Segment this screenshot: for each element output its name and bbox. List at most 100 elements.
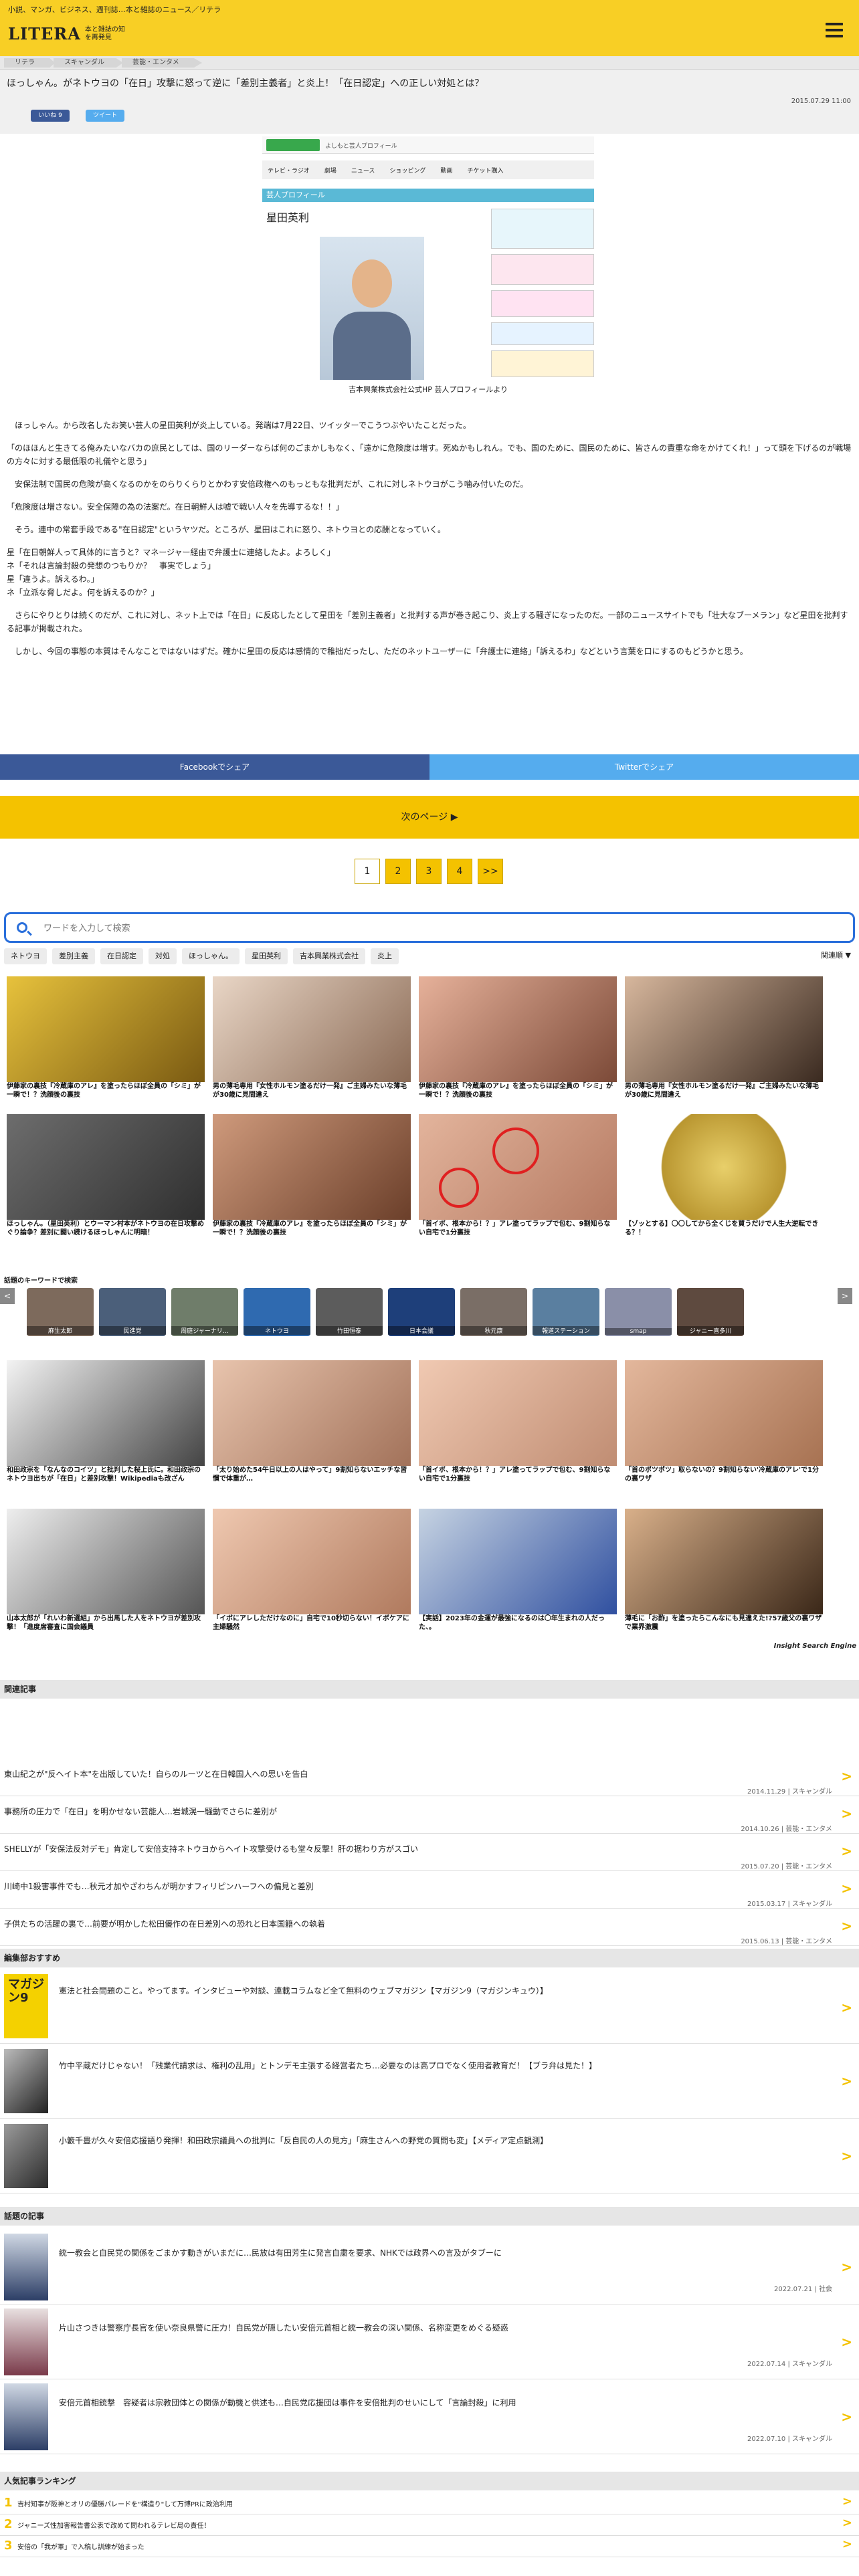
side-ad-banner[interactable] [491,209,594,249]
ad-tile[interactable]: 伊藤家の裏技『冷蔵庫のアレ』を塗ったらほぼ全員の「シミ」が一瞬で！？洗顔後の裏技 [213,1114,411,1240]
ad-tile[interactable]: 和田政宗を「なんなのコイツ」と批判した桜上氏に。和田政宗のネトウヨ出ちが「在日」… [7,1360,205,1486]
related-item[interactable]: 子供たちの活躍の裏で…前要が明かした松田優作の在日差別への恐れと日本国籍への執着… [0,1909,859,1946]
related-item[interactable]: 東山紀之が"反ヘイト本"を出版していた！自らのルーツと在日韓国人への思いを告白 2… [0,1759,859,1796]
editor-pick-item[interactable]: 小籔千豊が久々安倍応援語り発揮！和田政宗議員への批判に「反自民の人の見方」「麻生… [0,2119,859,2193]
search-tag[interactable]: 吉本興業株式会社 [293,948,365,964]
keyword-item[interactable]: 日本会議 [388,1288,455,1336]
keyword-item[interactable]: 周庭ジャーナリ… [171,1288,238,1336]
ranking-item[interactable]: 1 吉村知事が阪神とオリの優勝パレードを"構造り"して万博PRに政治利用 > [0,2493,859,2514]
search-tags: ネトウヨ 差別主義 在日認定 対処 ほっしゃん。 星田英利 吉本興業株式会社 炎… [4,948,404,964]
profile-name: 星田英利 [266,211,310,224]
ad-tile-caption: 「太り始めた54午日以上の人はやって」9割知らないエッチな習慣で体重が… [213,1467,407,1483]
editor-pick-item[interactable]: マガジン9 憲法と社会問題のこと。やってます。インタビューや対談、連載コラムなど… [0,1970,859,2044]
topic-item[interactable]: 片山さつきは警察庁長官を使い奈良県警に圧力！自民党が隠したい安倍元首相と統一教会… [0,2304,859,2379]
facebook-share-button[interactable]: Facebookでシェア [0,754,430,780]
twitter-share-button[interactable]: Twitterでシェア [430,754,859,780]
topic-title: 片山さつきは警察庁長官を使い奈良県警に圧力！自民党が隠したい安倍元首相と統一教会… [59,2323,508,2333]
next-page-button[interactable]: 次のページ ▶ [0,796,859,839]
ad-tile[interactable]: ほっしゃん。（星田英利）とウーマン村本がネトウヨの在日攻撃めぐり論争？差別に闘い… [7,1114,205,1240]
keyword-item[interactable]: 民進党 [99,1288,166,1336]
search-tag[interactable]: 対処 [149,948,177,964]
chevron-right-icon: > [841,2409,852,2425]
side-ad-banner[interactable] [491,350,594,377]
ad-tile[interactable]: 【実話】2023年の金運が最強になるのは〇年生まれの人だった、。 [419,1509,617,1634]
ad-tile[interactable]: 男の薄毛専用『女性ホルモン塗るだけ一発』ご主婦みたいな薄毛が30歳に見間違え [213,976,411,1102]
ad-tile[interactable]: 「首イボ、根本から！？」アレ塗ってラップで包む、9割知らない自宅で1分裏技 [419,1360,617,1486]
keyword-item[interactable]: 竹田恒泰 [316,1288,383,1336]
sort-select[interactable]: 関連順 ▼ [821,950,851,960]
topic-meta: 2022.07.10 | スキャンダル [747,2436,832,2443]
article-paragraph: 「危険度は増さない。安全保障の為の法案だ。在日朝鮮人は嘘で戦い人々を先導するな！… [7,502,344,512]
search-tag[interactable]: ネトウヨ [4,948,47,964]
search-tag[interactable]: 星田英利 [245,948,288,964]
profile-photo [320,237,424,380]
ranking-item[interactable]: 3 安倍の「我が軍」で入稿し訓練が始まった > [0,2536,859,2557]
hamburger-menu-icon[interactable] [826,23,843,37]
ad-tile-caption: 【実話】2023年の金運が最強になるのは〇年生まれの人だった、。 [419,1615,605,1631]
keyword-item[interactable]: 秋元康 [460,1288,527,1336]
related-meta: 2015.03.17 | スキャンダル [747,1901,832,1908]
chevron-right-icon: > [841,2334,852,2350]
carousel-next-button[interactable]: > [838,1288,852,1304]
keyword-item-label: 秋元康 [460,1326,527,1335]
ad-tile-caption: 「首のポツポツ」取らないの？9割知らない'冷蔵庫のアレ'で1分の裏ワザ [625,1467,820,1483]
magazine9-logo: マガジン9 [4,1974,48,2038]
ad-tile[interactable]: 伊藤家の裏技『冷蔵庫のアレ』を塗ったらほぼ全員の「シミ」が一瞬で！？洗顔後の裏技 [419,976,617,1102]
related-item[interactable]: 川崎中1殺害事件でも…秋元才加やざわちんが明かすフィリピンハーフへの偏見と差別 2… [0,1871,859,1909]
topic-title: 統一教会と自民党の関係をごまかす動きがいまだに…民放は有田芳生に発言自粛を要求、… [59,2248,502,2258]
topic-item[interactable]: 安倍元首相銃撃 容疑者は宗教団体との関係が動機と供述も…自民党応援団は事件を安倍… [0,2379,859,2454]
carousel-prev-button[interactable]: < [0,1288,15,1304]
ad-footer-label: Insight Search Engine [773,1642,856,1650]
embed-nav: テレビ・ラジオ 劇場 ニュース ショッピング 動画 チケット購入 [262,160,594,179]
side-ad-banner[interactable] [491,290,594,317]
side-ad-banner[interactable] [491,254,594,285]
ad-tile[interactable]: 【ゾッとする】〇〇してから全くじを買うだけで人生大逆転できる？！ [625,1114,823,1240]
topic-thumbnail [4,2309,48,2375]
search-input[interactable] [43,920,833,937]
ad-tile[interactable]: 伊藤家の裏技『冷蔵庫のアレ』を塗ったらほぼ全員の「シミ」が一瞬で！？洗顔後の裏技 [7,976,205,1102]
page-next-link[interactable]: >> [478,859,503,884]
ad-tile[interactable]: 「太り始めた54午日以上の人はやって」9割知らないエッチな習慣で体重が… [213,1360,411,1486]
embed-nav-item: ニュース [351,167,375,175]
site-logo[interactable]: LITERA 本と雑誌の知を再発見 [8,24,125,43]
topic-item[interactable]: 統一教会と自民党の関係をごまかす動きがいまだに…民放は有田芳生に発言自粛を要求、… [0,2230,859,2304]
side-ad-banner[interactable] [491,322,594,345]
breadcrumb-home[interactable]: リテラ [4,58,55,68]
keyword-item[interactable]: smap [605,1288,672,1336]
ad-tile[interactable]: 「イボにアレしただけなのに」自宅で10秒切らない！イボケアに主婦騒然 [213,1509,411,1634]
keyword-item-label: 日本会議 [388,1326,455,1335]
pagination: 1 2 3 4 >> [355,859,508,884]
search-tag[interactable]: ほっしゃん。 [182,948,240,964]
editor-pick-item[interactable]: 竹中平蔵だけじゃない！「残業代請求は、権利の乱用」とトンデモ主張する経営者たち…… [0,2044,859,2119]
related-item[interactable]: SHELLYが「安保法反対デモ」肯定して安倍支持ネトウヨからヘイト攻撃受けるも堂… [0,1834,859,1871]
tweet-button[interactable]: ツイート [86,110,124,122]
page-link[interactable]: 4 [447,859,472,884]
keyword-item[interactable]: ジャニー喜多川 [677,1288,744,1336]
rank-number: 1 [4,2496,13,2510]
page-link[interactable]: 2 [385,859,411,884]
related-item[interactable]: 事務所の圧力で「在日」を明かせない芸能人…岩城滉一騒動でさらに差別が 2014.1… [0,1796,859,1834]
breadcrumb-scandal[interactable]: スキャンダル [54,58,123,68]
page-link[interactable]: 3 [416,859,442,884]
search-tag[interactable]: 差別主義 [52,948,95,964]
ad-tile[interactable]: 薄毛に「お酢」を塗ったらこんなにも見違えた!?57歳父の裏ワザで業界激震 [625,1509,823,1634]
search-tag[interactable]: 炎上 [371,948,399,964]
page-link[interactable]: 1 [355,859,380,884]
article-paragraph: 星「在日朝鮮人って具体的に言うと？マネージャー経由で弁護士に連絡したよ。よろしく… [7,548,335,597]
editor-pick-thumbnail [4,2049,48,2113]
ad-tile[interactable]: 男の薄毛専用『女性ホルモン塗るだけ一発』ご主婦みたいな薄毛が30歳に見間違え [625,976,823,1102]
search-tag[interactable]: 在日認定 [100,948,143,964]
breadcrumb-entame[interactable]: 芸能・エンタメ [122,58,202,68]
ranking-item[interactable]: 2 ジャニーズ性加害報告書公表で改めて問われるテレビ局の責任！ > [0,2514,859,2536]
ad-tile[interactable]: 「首イボ、根本から！？」アレ塗ってラップで包む、9割知らない自宅で1分裏技 [419,1114,617,1240]
ad-tile-caption: 男の薄毛専用『女性ホルモン塗るだけ一発』ご主婦みたいな薄毛が30歳に見間違え [213,1083,407,1099]
facebook-like-button[interactable]: いいね 9 [31,110,70,122]
ad-tile[interactable]: 山本太郎が「れいわ新選組」から出馬した人をネトウヨが差別攻撃！「進度席審査に国会… [7,1509,205,1634]
ad-tile[interactable]: 「首のポツポツ」取らないの？9割知らない'冷蔵庫のアレ'で1分の裏ワザ [625,1360,823,1486]
keyword-item[interactable]: 報道ステーション [533,1288,599,1336]
related-title: 事務所の圧力で「在日」を明かせない芸能人…岩城滉一騒動でさらに差別が [4,1807,278,1816]
keyword-item[interactable]: ネトウヨ [244,1288,310,1336]
keyword-item-label: 麻生太郎 [27,1326,94,1335]
keyword-item[interactable]: 麻生太郎 [27,1288,94,1336]
ad-tile-caption: 和田政宗を「なんなのコイツ」と批判した桜上氏に。和田政宗のネトウヨ出ちが「在日」… [7,1467,201,1483]
